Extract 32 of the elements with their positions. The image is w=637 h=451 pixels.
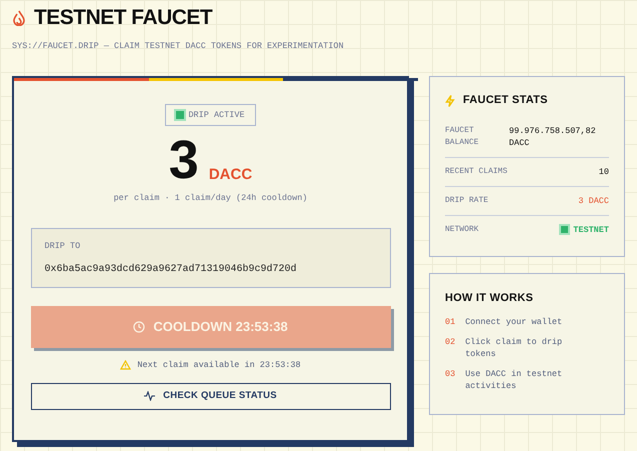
step-number: 02 (445, 336, 456, 350)
check-queue-button[interactable]: CHECK QUEUE STATUS (30, 382, 390, 410)
amount-unit: DACC (208, 167, 252, 182)
step-text: Use DACC in testnet activities (465, 368, 564, 392)
stat-value: 10 (598, 166, 609, 178)
claim-note: per claim · 1 claim/day (24h cooldown) (114, 192, 308, 205)
step-number: 03 (445, 368, 456, 382)
drop-icon (12, 10, 26, 26)
step-number: 01 (445, 316, 456, 328)
warning-icon (120, 360, 132, 370)
panel-title: FAUCET STATS (463, 93, 548, 108)
stat-value: TESTNET (573, 224, 609, 236)
clock-icon (133, 321, 146, 333)
page-subtitle: SYS://FAUCET.DRIP — CLAIM TESTNET DACC TOKENS FOR EXPERIMENTATION (12, 40, 345, 52)
stat-label: FAUCET BALANCE (445, 124, 480, 149)
step-text: Click claim to drip tokens (465, 336, 564, 360)
stat-label: DRIP RATE (445, 194, 488, 207)
stat-value: 3 DACC (578, 194, 609, 207)
field-label: DRIP TO (44, 240, 82, 253)
stat-label: RECENT CLAIMS (445, 166, 508, 178)
cooldown-warning: Next claim available in 23:53:38 (137, 359, 301, 372)
stat-value: 99.976.758.507,82 DACC (509, 124, 597, 149)
step-text: Connect your wallet (465, 316, 564, 328)
panel-title: HOW IT WORKS (445, 290, 534, 306)
status-badge: DRIP ACTIVE (165, 104, 256, 126)
lightning-icon (445, 94, 455, 106)
amount-value: 3 (168, 138, 199, 182)
pulse-icon (144, 391, 156, 402)
page-title: TESTNET FAUCET (34, 5, 212, 31)
drip-to-field[interactable]: DRIP TO 0x6ba5ac9a93dcd629a9627ad71319046b9c9d720d (30, 228, 390, 288)
wallet-address: 0x6ba5ac9a93dcd629a9627ad71319046b9c9d720d (44, 262, 298, 277)
stat-label: NETWORK (445, 224, 479, 236)
